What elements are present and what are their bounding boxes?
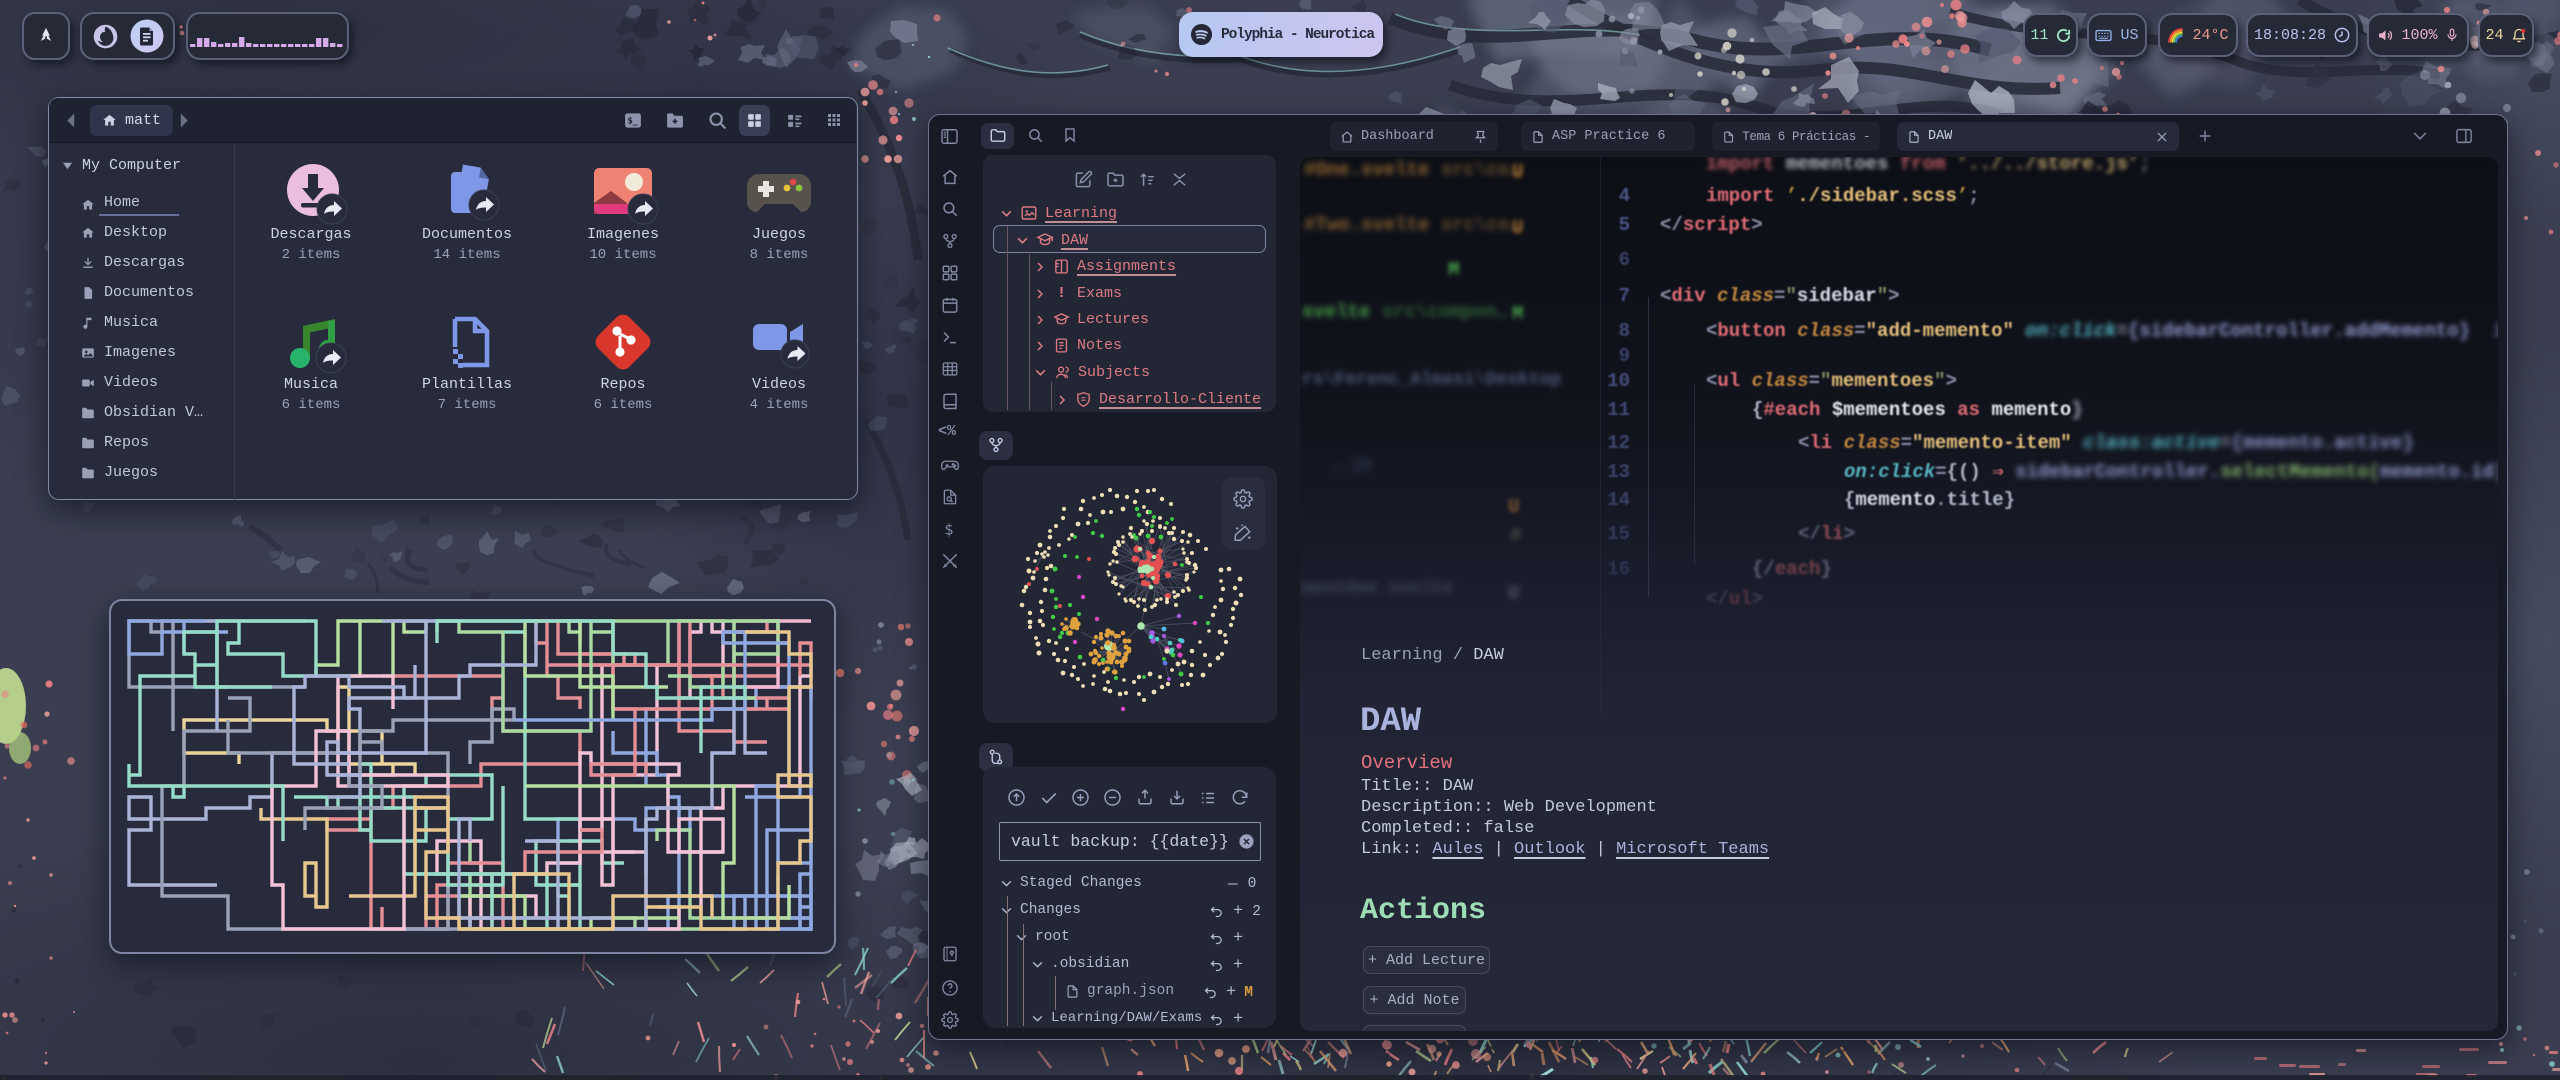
svg-text:$: $: [944, 520, 953, 538]
svg-text:$_: $_: [627, 117, 638, 127]
